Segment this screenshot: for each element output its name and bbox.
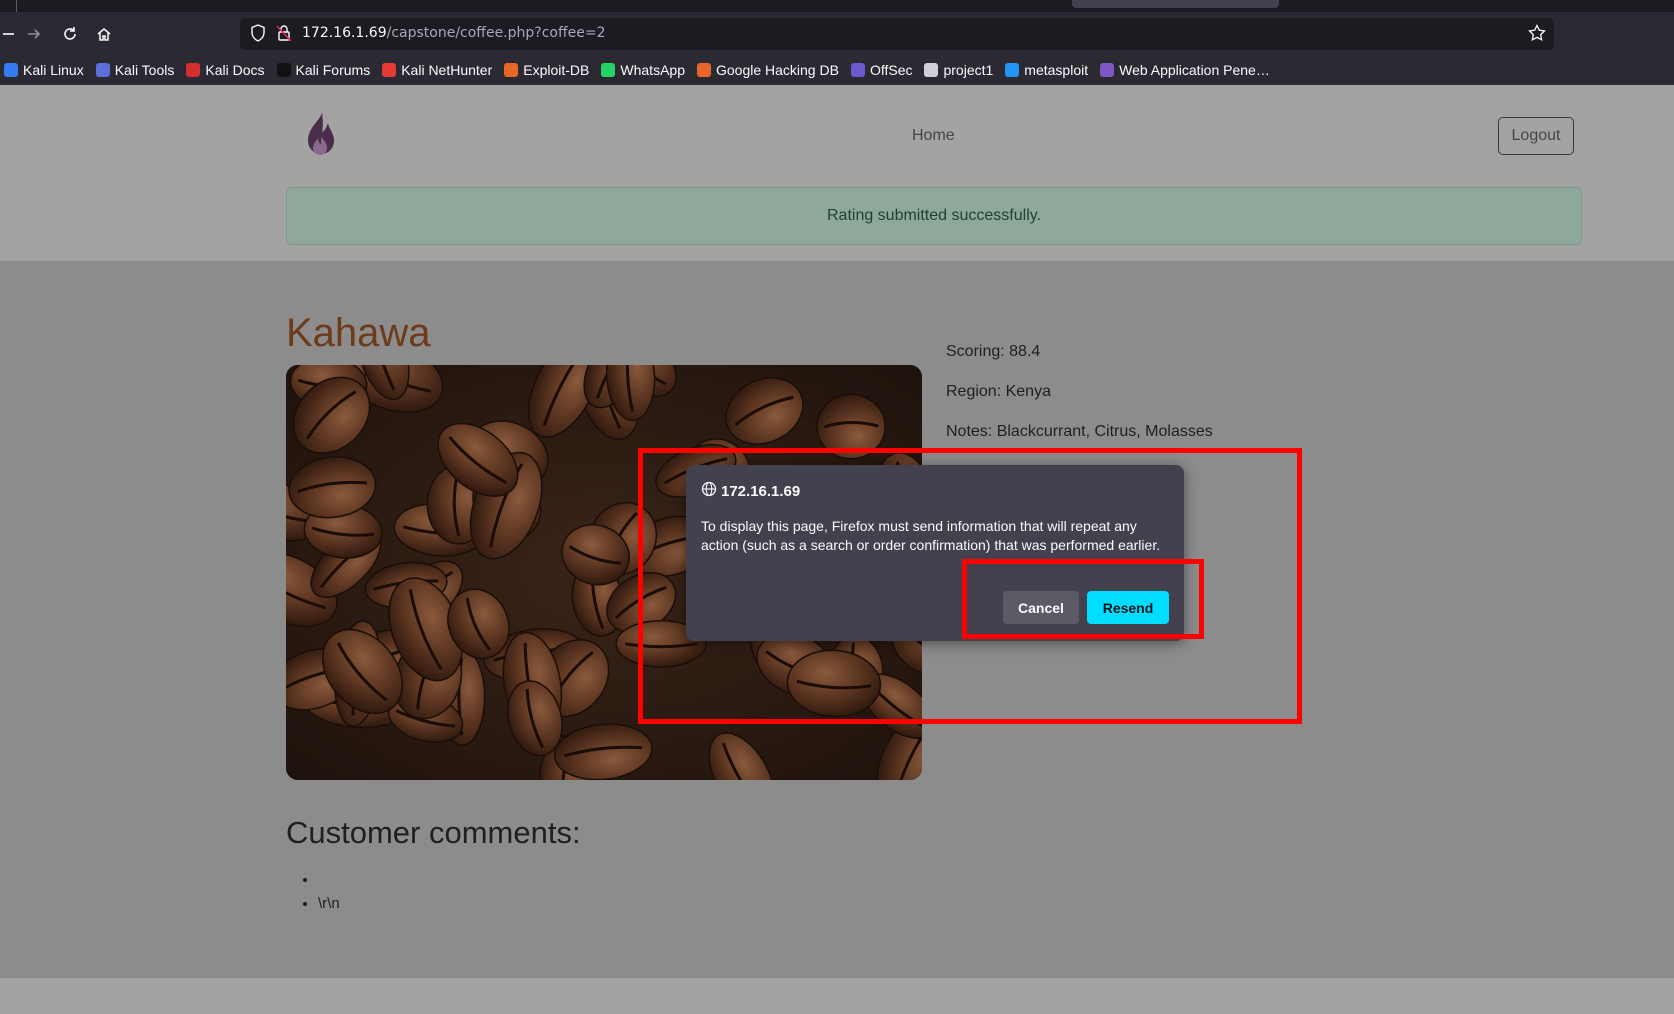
bookmark-item[interactable]: Kali Forums bbox=[276, 62, 371, 78]
success-alert: Rating submitted successfully. bbox=[286, 187, 1582, 245]
bookmark-favicon-icon bbox=[850, 63, 865, 77]
insecure-lock-icon[interactable] bbox=[276, 24, 292, 46]
bookmark-favicon-icon bbox=[1100, 63, 1115, 77]
bookmark-item[interactable]: OffSec bbox=[850, 62, 913, 78]
site-header: Home Logout Rating submitted successfull… bbox=[0, 85, 1674, 261]
tab[interactable] bbox=[1072, 0, 1279, 8]
url-text[interactable]: 172.16.1.69/capstone/coffee.php?coffee=2 bbox=[302, 25, 605, 41]
url-host: 172.16.1.69 bbox=[302, 25, 387, 41]
bookmark-favicon-icon bbox=[1005, 63, 1020, 77]
coffee-notes: Notes: Blackcurrant, Citrus, Molasses bbox=[946, 423, 1213, 440]
nav-home-link[interactable]: Home bbox=[912, 127, 955, 145]
comment-item: \r\n bbox=[318, 892, 340, 916]
page-title: Kahawa bbox=[286, 311, 431, 355]
comments-heading: Customer comments: bbox=[286, 815, 581, 850]
bookmark-item[interactable]: Google Hacking DB bbox=[696, 62, 839, 78]
reload-icon[interactable] bbox=[56, 20, 84, 48]
bookmark-favicon-icon bbox=[601, 63, 616, 77]
bookmark-favicon-icon bbox=[382, 63, 397, 77]
bookmark-star-icon[interactable] bbox=[1528, 24, 1546, 46]
forward-icon[interactable] bbox=[20, 20, 48, 48]
footer bbox=[0, 978, 1674, 1014]
comments-list: \r\n bbox=[318, 868, 340, 916]
bookmark-favicon-icon bbox=[186, 63, 201, 77]
bookmark-label: OffSec bbox=[869, 62, 913, 78]
logout-button[interactable]: Logout bbox=[1498, 117, 1574, 155]
bookmark-favicon-icon bbox=[4, 63, 18, 77]
bookmark-favicon-icon bbox=[696, 63, 711, 77]
bookmark-label: Kali Docs bbox=[205, 62, 265, 78]
url-path: /capstone/coffee.php?coffee=2 bbox=[386, 25, 606, 41]
bookmarks-toolbar: Kali Linux Kali Tools Kali Docs Kali Forums… bbox=[0, 55, 1674, 85]
bookmark-favicon-icon bbox=[95, 63, 110, 77]
tab-edge bbox=[16, 0, 17, 12]
bookmark-item[interactable]: Exploit-DB bbox=[504, 62, 589, 78]
bookmark-item[interactable]: Kali Docs bbox=[186, 62, 265, 78]
bookmark-favicon-icon bbox=[276, 63, 291, 77]
bookmark-favicon-icon bbox=[924, 63, 939, 77]
url-bar[interactable]: 172.16.1.69/capstone/coffee.php?coffee=2 bbox=[240, 18, 1554, 50]
bookmark-item[interactable]: project1 bbox=[924, 62, 993, 78]
coffee-scoring: Scoring: 88.4 bbox=[946, 343, 1041, 360]
bookmark-item[interactable]: metasploit bbox=[1005, 62, 1088, 78]
bookmark-label: WhatsApp bbox=[620, 62, 685, 78]
bookmark-label: Web Application Pene… bbox=[1119, 62, 1270, 78]
annotation-box-buttons bbox=[962, 559, 1204, 639]
coffee-region: Region: Kenya bbox=[946, 383, 1051, 400]
tab-strip bbox=[0, 0, 1674, 12]
bookmark-label: Kali Forums bbox=[295, 62, 371, 78]
bookmark-item[interactable]: Kali Linux bbox=[4, 62, 84, 78]
bookmark-item[interactable]: Kali NetHunter bbox=[382, 62, 492, 78]
flame-logo-icon[interactable] bbox=[296, 107, 346, 163]
bookmark-label: Kali Linux bbox=[23, 62, 84, 78]
back-icon[interactable] bbox=[0, 20, 22, 48]
bookmark-label: project1 bbox=[943, 62, 994, 78]
bookmark-item[interactable]: WhatsApp bbox=[601, 62, 685, 78]
bookmark-label: Kali NetHunter bbox=[401, 62, 493, 78]
bookmark-item[interactable]: Kali Tools bbox=[95, 62, 175, 78]
bookmark-item[interactable]: Web Application Pene… bbox=[1100, 62, 1270, 78]
bookmark-label: Kali Tools bbox=[114, 62, 175, 78]
shield-icon[interactable] bbox=[250, 24, 266, 46]
bookmark-favicon-icon bbox=[504, 63, 519, 77]
bookmark-label: Google Hacking DB bbox=[715, 62, 839, 78]
bookmark-label: metasploit bbox=[1024, 62, 1089, 78]
home-icon[interactable] bbox=[90, 20, 118, 48]
bookmark-label: Exploit-DB bbox=[523, 62, 590, 78]
comment-item bbox=[318, 868, 340, 892]
navigation-toolbar: 172.16.1.69/capstone/coffee.php?coffee=2 bbox=[0, 12, 1674, 55]
